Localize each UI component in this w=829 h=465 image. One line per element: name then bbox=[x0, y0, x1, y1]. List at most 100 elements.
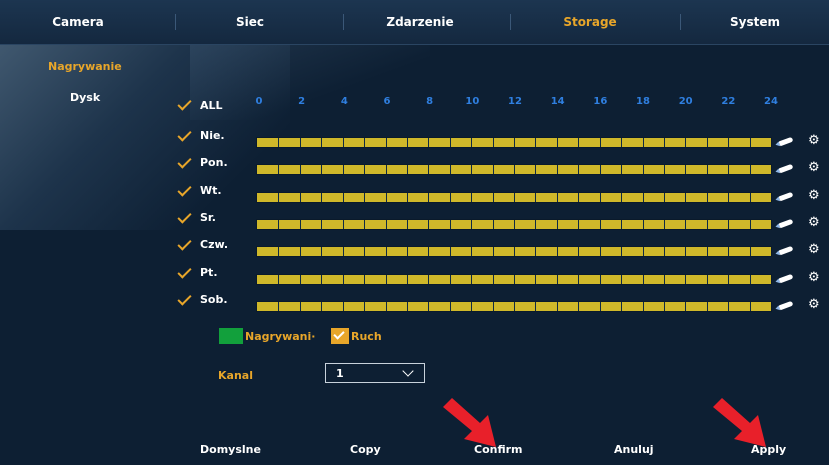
hour-divider bbox=[642, 165, 644, 175]
hour-divider bbox=[728, 192, 730, 202]
tab-system[interactable]: System bbox=[715, 0, 795, 44]
hour-divider bbox=[321, 192, 323, 202]
edit-pen-icon[interactable] bbox=[778, 218, 794, 229]
gear-icon[interactable]: ⚙ bbox=[808, 189, 820, 202]
hour-divider bbox=[278, 192, 280, 202]
edit-pen-icon[interactable] bbox=[778, 164, 794, 174]
hour-divider bbox=[428, 165, 430, 175]
hour-divider bbox=[578, 219, 580, 229]
day-checkbox-icon[interactable] bbox=[177, 236, 192, 251]
gear-icon[interactable]: ⚙ bbox=[808, 271, 820, 284]
hour-label: 20 bbox=[678, 96, 693, 107]
hour-divider bbox=[321, 138, 323, 147]
gear-icon[interactable]: ⚙ bbox=[808, 243, 820, 256]
hour-divider bbox=[428, 219, 430, 229]
hour-label: 12 bbox=[508, 96, 522, 107]
cancel-button[interactable]: Anuluj bbox=[614, 443, 654, 456]
hour-divider bbox=[299, 165, 301, 175]
tab-storage[interactable]: Storage bbox=[550, 0, 630, 44]
hour-divider bbox=[385, 192, 387, 202]
edit-pen-icon[interactable] bbox=[778, 300, 794, 311]
day-schedule-track[interactable] bbox=[256, 273, 772, 285]
hour-divider bbox=[321, 274, 323, 284]
edit-pen-icon[interactable] bbox=[778, 136, 794, 147]
tab-divider bbox=[175, 14, 176, 30]
tab-siec[interactable]: Siec bbox=[215, 0, 285, 44]
hour-divider bbox=[449, 274, 451, 284]
hour-divider bbox=[364, 219, 366, 229]
hour-divider bbox=[364, 138, 366, 147]
hour-divider bbox=[299, 192, 301, 202]
hour-divider bbox=[364, 247, 366, 257]
check-icon bbox=[333, 328, 345, 340]
hour-divider bbox=[599, 219, 601, 229]
edit-pen-icon[interactable] bbox=[778, 191, 794, 201]
motion-legend-checkbox[interactable] bbox=[331, 328, 349, 344]
sidebar-item-nagrywanie[interactable]: Nagrywanie bbox=[48, 60, 122, 73]
day-label: Wt. bbox=[200, 183, 222, 197]
hour-divider bbox=[342, 192, 344, 202]
hour-divider bbox=[385, 274, 387, 284]
top-tab-bar: Camera Siec Zdarzenie Storage System bbox=[0, 0, 829, 45]
tab-camera[interactable]: Camera bbox=[38, 0, 118, 44]
hour-divider bbox=[299, 138, 301, 147]
tab-zdarzenie[interactable]: Zdarzenie bbox=[375, 0, 465, 44]
hour-divider bbox=[278, 165, 280, 175]
day-schedule-track[interactable] bbox=[256, 218, 772, 230]
hour-divider bbox=[599, 301, 601, 311]
hour-divider bbox=[449, 192, 451, 202]
default-button[interactable]: Domyslne bbox=[200, 443, 261, 456]
sidebar-item-dysk[interactable]: Dysk bbox=[70, 91, 100, 104]
hour-divider bbox=[385, 219, 387, 229]
channel-select[interactable]: 1 bbox=[325, 363, 425, 383]
hour-divider bbox=[535, 138, 537, 147]
hour-divider bbox=[728, 301, 730, 311]
hour-divider bbox=[514, 301, 515, 311]
hour-divider bbox=[321, 247, 323, 257]
day-label: Sr. bbox=[200, 210, 216, 224]
hour-divider bbox=[685, 247, 687, 257]
hour-divider bbox=[621, 301, 623, 311]
hour-divider bbox=[535, 165, 537, 175]
hour-divider bbox=[471, 274, 473, 284]
hour-divider bbox=[578, 301, 580, 311]
hour-divider bbox=[685, 138, 687, 147]
hour-divider bbox=[342, 247, 344, 257]
hour-divider bbox=[364, 274, 366, 284]
chevron-down-icon bbox=[402, 365, 414, 377]
hour-label: 18 bbox=[636, 96, 650, 107]
hour-divider bbox=[642, 192, 644, 202]
hour-divider bbox=[492, 274, 494, 284]
hour-divider bbox=[514, 274, 515, 284]
hour-divider bbox=[706, 138, 708, 147]
hour-divider bbox=[364, 192, 366, 202]
hour-divider bbox=[663, 165, 665, 175]
day-schedule-track[interactable] bbox=[256, 246, 772, 258]
hour-divider bbox=[599, 192, 601, 202]
day-label: Pon. bbox=[200, 156, 228, 170]
day-checkbox-icon[interactable] bbox=[177, 263, 192, 279]
hour-divider bbox=[706, 192, 708, 202]
day-schedule-track[interactable] bbox=[256, 191, 772, 203]
hour-divider bbox=[321, 219, 323, 229]
gear-icon[interactable]: ⚙ bbox=[808, 298, 820, 311]
gear-icon[interactable]: ⚙ bbox=[808, 161, 820, 174]
motion-legend-label: Ruch bbox=[351, 330, 382, 343]
gear-icon[interactable]: ⚙ bbox=[808, 216, 820, 229]
day-schedule-track[interactable] bbox=[256, 300, 772, 312]
tab-divider bbox=[680, 14, 681, 30]
copy-button[interactable]: Copy bbox=[350, 443, 381, 456]
day-checkbox-icon[interactable] bbox=[177, 291, 192, 306]
hour-divider bbox=[685, 219, 687, 229]
day-schedule-track[interactable] bbox=[256, 137, 772, 148]
hour-divider bbox=[342, 219, 344, 229]
day-schedule-track[interactable] bbox=[256, 164, 772, 176]
day-label: Pt. bbox=[200, 265, 218, 279]
hour-divider bbox=[621, 247, 623, 257]
gear-icon[interactable]: ⚙ bbox=[808, 134, 820, 147]
hour-divider bbox=[578, 138, 580, 147]
hour-divider bbox=[663, 138, 665, 147]
hour-divider bbox=[728, 138, 730, 147]
edit-pen-icon[interactable] bbox=[778, 273, 794, 283]
edit-pen-icon[interactable] bbox=[778, 245, 794, 256]
